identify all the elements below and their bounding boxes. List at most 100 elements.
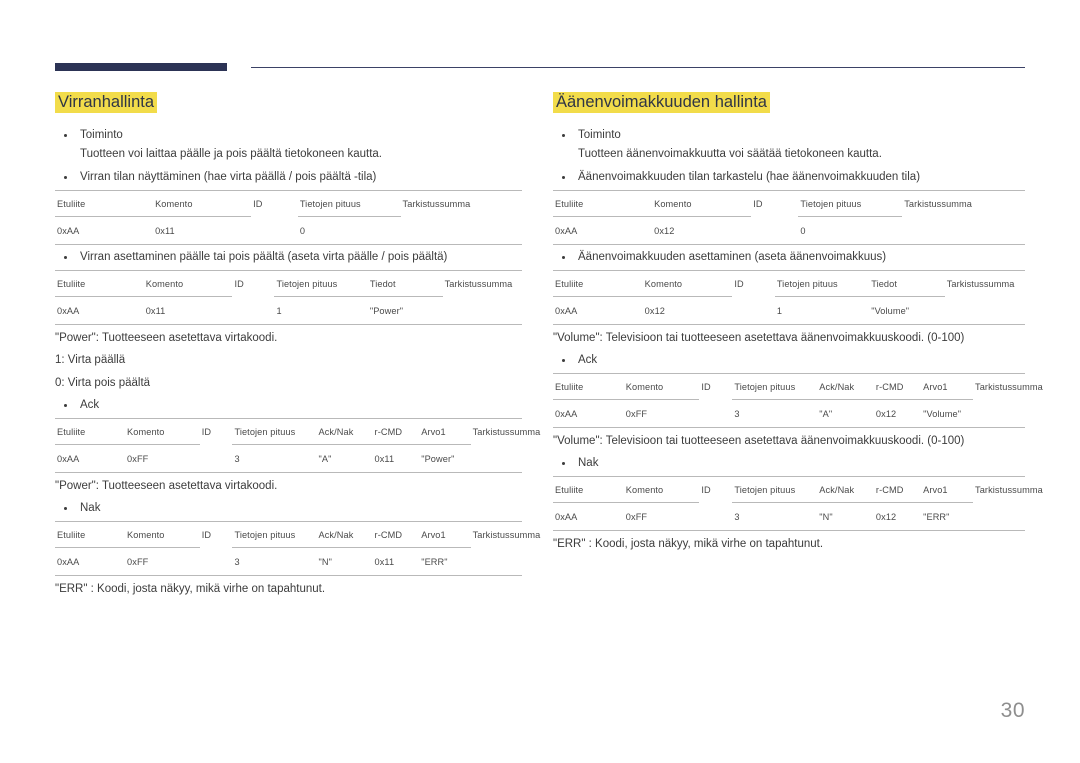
table-bottom-rule	[553, 323, 1025, 325]
col-header-arvo1: Arvo1	[419, 417, 471, 445]
col-header-etuliite: Etuliite	[55, 417, 126, 445]
col-header-ack-nak: Ack/Nak	[817, 372, 874, 400]
bullet-set-volume-state: Äänenvoimakkuuden asettaminen (aseta ään…	[553, 248, 1025, 268]
table-volume-set: Etuliite Komento ID Tietojen pituus Tied…	[553, 269, 1025, 325]
bullet-nak-power: Nak	[55, 499, 522, 519]
table-bottom-rule-cell	[55, 323, 522, 325]
cell-komento: 0x11	[143, 295, 233, 325]
col-header-tietojen-pituus: Tietojen pituus	[232, 417, 317, 445]
table-bottom-rule	[55, 472, 522, 473]
col-header-tarkistussumma: Tarkistussumma	[902, 189, 1025, 217]
cell-etuliite: 0xAA	[55, 295, 144, 325]
col-header-tarkistussumma: Tarkistussumma	[470, 417, 540, 445]
note-power-on: 1: Virta päällä	[55, 354, 126, 367]
cell-tarkistussumma	[973, 399, 1025, 427]
note-power-code-2: "Power": Tuotteeseen asetettava virtakoo…	[55, 479, 278, 492]
cell-komento: 0xFF	[125, 547, 200, 576]
col-header-komento: Komento	[652, 189, 752, 217]
cell-tietojen-pituus: 0	[798, 215, 903, 245]
cell-tietojen-pituus: 3	[232, 547, 317, 576]
cell-tiedot: "Volume"	[869, 295, 945, 325]
col-header-tarkistussumma: Tarkistussumma	[944, 269, 1025, 297]
col-header-id: ID	[199, 417, 233, 445]
section-title-volume-text: Äänenvoimakkuuden hallinta	[553, 92, 770, 113]
col-header-id: ID	[732, 269, 775, 297]
col-header-komento: Komento	[623, 372, 700, 400]
note-power-off: 0: Virta pois päältä	[55, 376, 151, 389]
table-power-nak: Etuliite Komento ID Tietojen pituus Ack/…	[55, 521, 540, 577]
col-header-etuliite: Etuliite	[553, 372, 624, 400]
table-wrap-volume-view: Etuliite Komento ID Tietojen pituus Tark…	[553, 189, 1025, 245]
col-header-etuliite: Etuliite	[553, 269, 643, 297]
col-header-ack-nak: Ack/Nak	[316, 521, 373, 548]
table-header-row: Etuliite Komento ID Tietojen pituus Tied…	[55, 269, 522, 297]
cell-etuliite: 0xAA	[553, 502, 624, 531]
cell-ack-nak: "N"	[316, 547, 373, 576]
table-bottom-rule	[553, 427, 1025, 428]
col-header-komento: Komento	[623, 476, 700, 503]
cell-id	[232, 296, 274, 324]
cell-arvo1: "Volume"	[921, 398, 974, 428]
cell-etuliite: 0xAA	[55, 215, 154, 245]
table-bottom-rule-cell	[55, 472, 522, 473]
table-row: 0xAA 0x11 0	[55, 215, 522, 245]
cell-komento: 0x11	[153, 215, 252, 245]
col-header-komento: Komento	[143, 269, 233, 297]
cell-id	[699, 503, 732, 531]
page-columns: Virranhallinta Toiminto Tuotteen voi lai…	[0, 92, 1080, 601]
col-header-etuliite: Etuliite	[55, 189, 154, 217]
cell-tarkistussumma	[471, 444, 522, 472]
table-bottom-rule-cell	[553, 323, 1025, 325]
col-header-komento: Komento	[153, 189, 252, 217]
table-header-row: Etuliite Komento ID Tietojen pituus Ack/…	[55, 521, 540, 548]
table-header-row: Etuliite Komento ID Tietojen pituus Tark…	[55, 189, 522, 217]
cell-r-cmd: 0x12	[873, 502, 922, 531]
cell-id	[699, 399, 732, 427]
section-title-volume: Äänenvoimakkuuden hallinta	[553, 92, 770, 113]
cell-etuliite: 0xAA	[55, 443, 126, 473]
table-volume-view: Etuliite Komento ID Tietojen pituus Tark…	[553, 189, 1025, 245]
table-row: 0xAA 0x12 0	[553, 215, 1025, 245]
col-header-r-cmd: r-CMD	[873, 372, 922, 400]
table-bottom-rule	[553, 244, 1025, 245]
cell-etuliite: 0xAA	[553, 398, 624, 428]
col-header-arvo1: Arvo1	[921, 476, 974, 503]
bullet-desc-function-power: Tuotteen voi laittaa päälle ja pois pääl…	[80, 148, 382, 161]
bullet-function-power: Toiminto Tuotteen voi laittaa päälle ja …	[55, 126, 522, 166]
header-rule	[55, 62, 1025, 72]
cell-etuliite: 0xAA	[553, 295, 643, 325]
cell-ack-nak: "A"	[316, 443, 373, 473]
section-title-power: Virranhallinta	[55, 92, 158, 113]
table-header-row: Etuliite Komento ID Tietojen pituus Ack/…	[55, 417, 540, 445]
note-err-volume: "ERR" : Koodi, josta näkyy, mikä virhe o…	[553, 538, 824, 551]
cell-tietojen-pituus: 3	[732, 502, 818, 531]
cell-tietojen-pituus: 3	[232, 443, 317, 473]
manual-page: Virranhallinta Toiminto Tuotteen voi lai…	[0, 0, 1080, 763]
bullet-desc-function-volume: Tuotteen äänenvoimakkuutta voi säätää ti…	[578, 148, 882, 161]
bullet-function-volume: Toiminto Tuotteen äänenvoimakkuutta voi …	[553, 126, 1025, 166]
col-header-ack-nak: Ack/Nak	[817, 476, 874, 503]
table-row: 0xAA 0xFF 3 "A" 0x12 "Volume"	[553, 398, 1025, 428]
table-volume-nak: Etuliite Komento ID Tietojen pituus Ack/…	[553, 476, 1043, 532]
cell-ack-nak: "N"	[817, 502, 874, 531]
cell-tarkistussumma	[945, 296, 1025, 324]
col-header-tietojen-pituus: Tietojen pituus	[774, 269, 870, 297]
col-header-komento: Komento	[125, 417, 200, 445]
column-volume-control: Äänenvoimakkuuden hallinta Toiminto Tuot…	[540, 92, 1080, 601]
col-header-arvo1: Arvo1	[419, 521, 471, 548]
cell-komento: 0x12	[642, 295, 733, 325]
col-header-tietojen-pituus: Tietojen pituus	[732, 476, 818, 503]
col-header-tiedot: Tiedot	[869, 269, 945, 297]
table-row: 0xAA 0x12 1 "Volume"	[553, 295, 1025, 325]
cell-id	[200, 444, 233, 472]
section-title-power-text: Virranhallinta	[55, 92, 158, 113]
column-power-control: Virranhallinta Toiminto Tuotteen voi lai…	[0, 92, 540, 601]
cell-arvo1: "Power"	[419, 443, 471, 473]
cell-tarkistussumma	[973, 503, 1025, 531]
col-header-etuliite: Etuliite	[55, 521, 126, 548]
col-header-id: ID	[699, 476, 733, 503]
col-header-tiedot: Tiedot	[367, 269, 443, 297]
col-header-arvo1: Arvo1	[921, 372, 974, 400]
note-volume-code-2: "Volume": Televisioon tai tuotteeseen as…	[553, 434, 965, 447]
cell-tarkistussumma	[401, 216, 522, 244]
